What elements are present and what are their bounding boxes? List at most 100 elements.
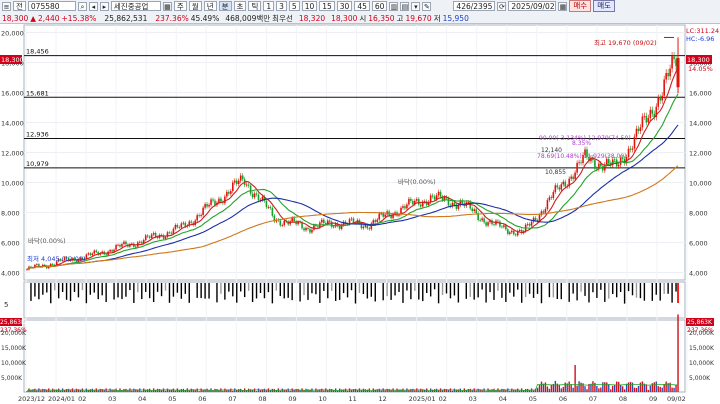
stock-chart[interactable]: 18,45615,68112,93610,979 20,00018,00016,… bbox=[0, 24, 720, 404]
minute-60-button[interactable]: 60 bbox=[371, 1, 388, 11]
candle-body bbox=[352, 218, 355, 223]
volume-bar bbox=[671, 283, 673, 303]
candle-body bbox=[641, 116, 644, 128]
candle-body bbox=[487, 222, 489, 226]
candle-body bbox=[257, 194, 260, 201]
high-price: 19,670 bbox=[405, 13, 432, 23]
amount-bar bbox=[536, 387, 539, 392]
candle-body bbox=[372, 220, 375, 224]
grid-icon[interactable]: ▤ bbox=[400, 1, 410, 11]
dropdown-icon[interactable]: ▾ bbox=[411, 1, 421, 11]
menu-icon[interactable]: ≡ bbox=[2, 1, 11, 11]
minute-45-button[interactable]: 45 bbox=[354, 1, 370, 11]
search-icon[interactable]: ⌕ bbox=[77, 1, 87, 11]
volume-panel[interactable] bbox=[23, 281, 686, 319]
minute-10-button[interactable]: 10 bbox=[301, 1, 318, 11]
buy-button[interactable]: 매수 bbox=[569, 0, 592, 12]
volume-bar bbox=[667, 283, 669, 294]
amount-bar bbox=[615, 381, 618, 392]
candle-body bbox=[406, 204, 408, 209]
candle-body bbox=[330, 221, 333, 227]
x-tick-label: 09 bbox=[288, 395, 296, 403]
y-tick-left: 12,000 bbox=[1, 150, 24, 158]
amount-bar bbox=[232, 390, 234, 392]
period-tick-button[interactable]: 틱 bbox=[248, 1, 262, 11]
amount-bar bbox=[586, 389, 588, 392]
amount-bar bbox=[321, 388, 323, 392]
volume-bar bbox=[271, 283, 274, 304]
tools-icon[interactable]: ✎ bbox=[422, 1, 432, 11]
volume-bar bbox=[643, 283, 646, 301]
volume-bar bbox=[497, 283, 499, 291]
amount-bar bbox=[404, 390, 406, 392]
minute-15-button[interactable]: 15 bbox=[319, 1, 335, 11]
volume-bar bbox=[370, 283, 373, 297]
volume-bar bbox=[240, 283, 242, 292]
minute-5-button[interactable]: 5 bbox=[288, 1, 300, 11]
period-minute-button[interactable]: 분 bbox=[218, 1, 232, 11]
settings-icon[interactable]: ▦ bbox=[162, 1, 172, 11]
amount-bar bbox=[570, 384, 572, 392]
x-tick-label: 05 bbox=[529, 395, 537, 403]
amount-panel[interactable] bbox=[23, 319, 686, 393]
period-second-button[interactable]: 초 bbox=[233, 1, 247, 11]
amount-bar bbox=[36, 390, 38, 392]
amount-bar bbox=[323, 390, 325, 392]
count-input[interactable]: 426/2395 bbox=[453, 1, 496, 11]
volume-bar bbox=[426, 283, 428, 293]
market-select[interactable]: 전 bbox=[13, 1, 26, 11]
volume-bar bbox=[247, 283, 250, 291]
volume-bar bbox=[50, 283, 52, 304]
volume-bar bbox=[311, 283, 313, 294]
amount-bar bbox=[422, 389, 424, 392]
sell-button[interactable]: 매도 bbox=[593, 0, 615, 12]
volume-bar bbox=[200, 283, 202, 299]
y-tick-right: 14,000 bbox=[689, 120, 712, 128]
minute-3-button[interactable]: 3 bbox=[276, 1, 287, 11]
candle-body bbox=[649, 109, 652, 118]
low-label: 저 bbox=[433, 13, 441, 23]
minute-30-button[interactable]: 30 bbox=[336, 1, 353, 11]
volume-bar bbox=[623, 283, 626, 304]
amount-bar bbox=[544, 382, 547, 392]
lc-label: LC:311.24 bbox=[686, 27, 719, 35]
candle-body bbox=[645, 115, 648, 123]
candle-body bbox=[542, 211, 545, 213]
volume-bar bbox=[465, 283, 467, 299]
candle-body bbox=[647, 117, 650, 123]
candle-body bbox=[95, 250, 98, 253]
candle-body bbox=[481, 218, 483, 221]
amount-bar bbox=[75, 388, 78, 392]
bottom-box-2: 바닥(0.00%) bbox=[398, 177, 436, 186]
volume-bar bbox=[338, 283, 341, 300]
amount-bar bbox=[623, 389, 626, 392]
volume-bar bbox=[125, 283, 127, 297]
period-week-button[interactable]: 주 bbox=[173, 1, 187, 11]
period-month-button[interactable]: 월 bbox=[188, 1, 202, 11]
refresh-icon[interactable]: ⟳ bbox=[497, 1, 507, 11]
period-year-button[interactable]: 년 bbox=[203, 1, 217, 11]
next-icon[interactable]: ▸ bbox=[99, 1, 109, 11]
hc-label: HC:-6.96 bbox=[686, 35, 714, 43]
candle-body bbox=[530, 221, 533, 226]
volume-bar bbox=[168, 283, 171, 303]
date-input[interactable]: 2025/09/02 bbox=[508, 1, 557, 11]
amount-bar bbox=[289, 390, 291, 392]
candle-body bbox=[255, 193, 258, 195]
amount-bar bbox=[107, 390, 109, 392]
volume-bar bbox=[303, 283, 305, 296]
chart-type-icon[interactable]: ▥ bbox=[389, 1, 399, 11]
volume-bar bbox=[453, 283, 456, 296]
volume-bar bbox=[97, 283, 99, 300]
candle-body bbox=[164, 236, 167, 239]
x-tick-label: 2023/12 bbox=[18, 395, 45, 403]
candle-body bbox=[505, 225, 507, 230]
amount-badge-left-text: 25,863K bbox=[0, 319, 26, 326]
candle-body bbox=[560, 184, 563, 190]
stock-code-input[interactable]: 075580 bbox=[27, 1, 76, 11]
prev-icon[interactable]: ◂ bbox=[88, 1, 98, 11]
x-axis-labels: 2023/12 2024/01 02 03 04 05 06 07 08 09 10 11 12 2025… bbox=[18, 395, 686, 403]
volume-bar bbox=[137, 283, 139, 293]
minute-1-button[interactable]: 1 bbox=[263, 1, 275, 11]
calendar-icon[interactable]: ▦ bbox=[558, 1, 568, 11]
